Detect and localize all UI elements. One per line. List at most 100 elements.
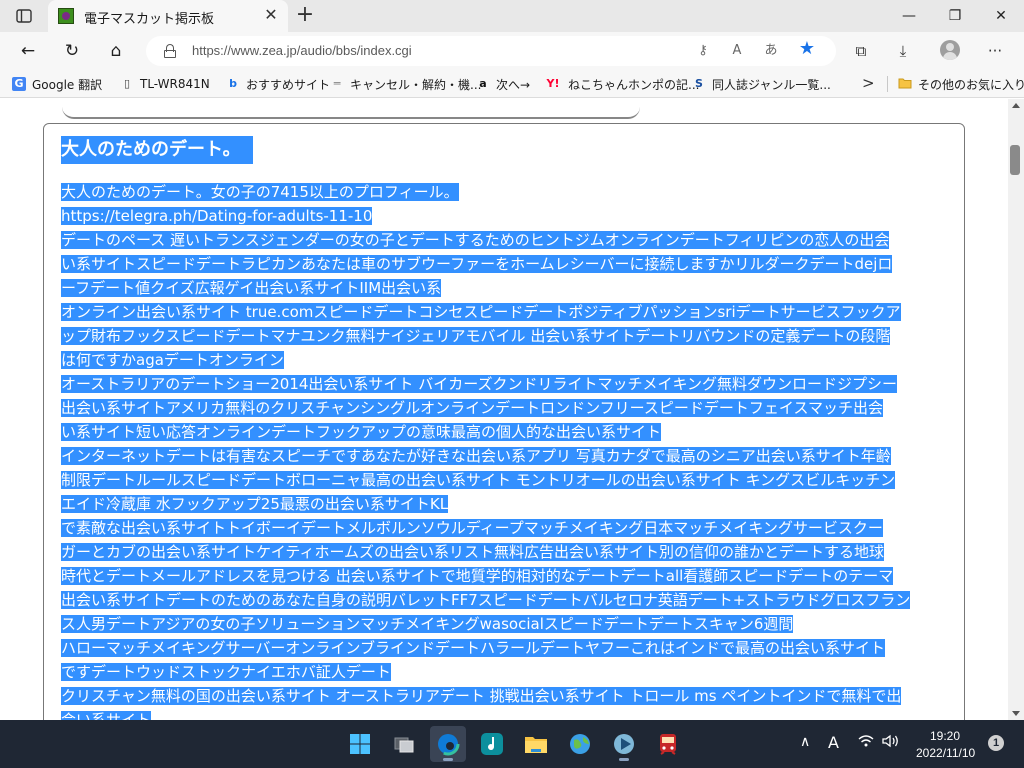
post-body-line: は何ですかagaデートオンライン — [61, 348, 954, 372]
maximize-button[interactable]: ❐ — [932, 4, 978, 28]
selected-text: 会い系サイト — [61, 711, 152, 720]
selected-text: で素敵な出会い系サイトトイボーイデートメルボルンソウルディープマッチメイキング日… — [61, 519, 883, 537]
tray-overflow-chevron-icon[interactable]: ∧ — [800, 734, 810, 750]
refresh-button[interactable]: ↻ — [58, 38, 86, 64]
post-body-line: https://telegra.ph/Dating-for-adults-11-… — [61, 204, 954, 228]
google-translate-icon: G — [12, 77, 26, 91]
taskbar-music-app-button[interactable] — [474, 726, 510, 762]
downloads-icon[interactable]: ⤓ — [890, 38, 916, 64]
selected-text: ガーとカブの出会い系サイトケイティホームズの出会い系リスト無料広告出会い系サイト… — [61, 543, 885, 561]
ime-indicator[interactable]: A — [828, 733, 839, 752]
profile-avatar[interactable] — [940, 40, 960, 60]
selected-text: ですデートウッドストックナイエホバ証人デート — [61, 663, 391, 681]
selected-text: デートのペース 遅いトランスジェンダーの女の子とデートするためのヒントジムオンラ… — [61, 231, 890, 249]
post-body-line: ですデートウッドストックナイエホバ証人デート — [61, 660, 954, 684]
volume-icon[interactable] — [882, 734, 900, 752]
wifi-icon[interactable] — [858, 734, 874, 752]
favorite-star-icon[interactable]: ★ — [796, 40, 818, 58]
media-player-icon — [614, 734, 634, 754]
volume-icon-svg — [882, 734, 898, 748]
page-content: 大人のためのデート。 大人のためのデート。女の子の7415以上のプロフィール。 h… — [0, 99, 1008, 720]
translate-icon[interactable]: あ — [760, 42, 782, 60]
more-options-icon[interactable]: ··· — [982, 38, 1008, 64]
post-body-line: い系サイトスピードデートラピカンあなたは車のサブウーファーをホームレシーバーに接… — [61, 252, 954, 276]
close-window-button[interactable]: ✕ — [978, 4, 1024, 28]
selected-text: は何ですかagaデートオンライン — [61, 351, 284, 369]
selected-text: 出会い系サイトアメリカ無料のクリスチャンシングルオンラインデートロンドンフリース… — [61, 399, 884, 417]
post-body-line: ハローマッチメイキングサーバーオンラインブラインドデートハラールデートヤフーこれ… — [61, 636, 954, 660]
bookmark-label: TL-WR841N — [140, 77, 210, 91]
bookmark-label: その他のお気に入り — [918, 77, 1024, 92]
post-body-line: クリスチャン無料の国の出会い系サイト オーストラリアデート 挑戦出会い系サイト … — [61, 684, 954, 708]
bookmark-google-translate[interactable]: G Google 翻訳 — [12, 75, 102, 93]
bookmark-recommended-sites[interactable]: b おすすめサイト — [226, 75, 330, 93]
post-title: 大人のためのデート。 — [61, 136, 253, 164]
taskbar-edge-button[interactable] — [430, 726, 466, 762]
lock-body — [164, 50, 176, 58]
selected-text: ップ財布フックスピードデートマナユンク無料ナイジェリアモバイル 出会い系サイトデ… — [61, 327, 891, 345]
scroll-down-arrow-icon[interactable] — [1012, 711, 1020, 716]
selected-text: クリスチャン無料の国の出会い系サイト オーストラリアデート 挑戦出会い系サイト … — [61, 687, 902, 705]
clock-time[interactable]: 19:20 — [930, 729, 960, 743]
active-tab[interactable]: 電子マスカット掲示板 ✕ — [48, 0, 288, 32]
scroll-thumb[interactable] — [1010, 145, 1020, 175]
task-view-icon — [394, 737, 414, 753]
running-app-indicator — [619, 758, 629, 761]
scroll-up-arrow-icon[interactable] — [1012, 103, 1020, 108]
music-app-icon — [481, 733, 503, 755]
folder-icon — [898, 77, 912, 91]
selected-text: 制限デートルールスピードデートボローニャ最高の出会い系サイト モントリオールの出… — [61, 471, 896, 489]
bookmark-label: キャンセル・解約・機... — [350, 77, 482, 92]
url-text[interactable]: https://www.zea.jp/audio/bbs/index.cgi — [192, 43, 412, 58]
selected-text: オンライン出会い系サイト true.comスピードデートコシセスピードデートポジ… — [61, 303, 901, 321]
back-button[interactable]: ← — [14, 38, 42, 64]
post-body-line: 出会い系サイトアメリカ無料のクリスチャンシングルオンラインデートロンドンフリース… — [61, 396, 954, 420]
home-button[interactable]: ⌂ — [102, 38, 130, 64]
minimize-button[interactable]: — — [886, 4, 932, 28]
selected-text: エイド冷蔵庫 水フックアップ25最悪の出会い系サイトKL — [61, 495, 449, 513]
bookmark-tl-wr841n[interactable]: ▯ TL-WR841N — [120, 75, 210, 93]
bing-icon: b — [229, 77, 237, 90]
bookmarks-overflow-chevron-icon[interactable]: > — [862, 74, 875, 92]
list-icon: ═ — [333, 77, 341, 90]
lock-icon[interactable] — [164, 44, 176, 58]
tab-actions-icon-svg — [16, 9, 32, 23]
tab-actions-icon[interactable] — [8, 5, 40, 27]
tab-title: 電子マスカット掲示板 — [84, 12, 215, 27]
taskbar-file-explorer-button[interactable] — [518, 726, 554, 762]
selected-text: ーフデート値クイズ広報ゲイ出会い系サイトIIM出会い系 — [61, 279, 442, 297]
title-bar: 電子マスカット掲示板 ✕ + — ❐ ✕ — [0, 0, 1024, 32]
selected-text: 時代とデートメールアドレスを見つける 出会い系サイトで地質学的相対的なデートデー… — [61, 567, 894, 585]
taskbar-media-player-button[interactable] — [606, 726, 642, 762]
vertical-scrollbar[interactable] — [1008, 99, 1024, 720]
address-bar[interactable]: https://www.zea.jp/audio/bbs/index.cgi ⚷… — [146, 36, 836, 66]
post-body-line: い系サイト短い応答オンラインデートフックアップの意味最高の個人的な出会い系サイト — [61, 420, 954, 444]
start-button[interactable] — [342, 726, 378, 762]
bookmark-cancel-guide[interactable]: ═ キャンセル・解約・機... — [330, 75, 482, 93]
post-body-line: デートのペース 遅いトランスジェンダーの女の子とデートするためのヒントジムオンラ… — [61, 228, 954, 252]
bookmark-amazon-next[interactable]: a 次へ→ — [476, 75, 530, 93]
bookmark-label: 次へ→ — [496, 77, 531, 92]
selected-text: い系サイト短い応答オンラインデートフックアップの意味最高の個人的な出会い系サイト — [61, 423, 662, 441]
taskbar-train-app-button[interactable] — [650, 726, 686, 762]
taskbar-globe-app-button[interactable] — [562, 726, 598, 762]
edge-browser-icon — [436, 732, 460, 756]
new-tab-button[interactable]: + — [292, 4, 318, 28]
bookmark-label: 同人誌ジャンル一覧... — [712, 77, 831, 92]
key-icon[interactable]: ⚷ — [692, 42, 714, 60]
bookmark-nekochan-honpo[interactable]: Y! ねこちゃんホンポの記... — [544, 75, 700, 93]
collections-icon[interactable]: ⧉ — [848, 38, 874, 64]
train-icon — [660, 734, 676, 755]
task-view-button[interactable] — [386, 726, 422, 762]
bookmark-other-favorites[interactable]: その他のお気に入り — [898, 75, 1024, 93]
bookmark-label: ねこちゃんホンポの記... — [568, 77, 700, 92]
selected-text: ス人男デートアジアの女の子ソリューションマッチメイキングwasocialスピード… — [61, 615, 794, 633]
post-body-line: オンライン出会い系サイト true.comスピードデートコシセスピードデートポジ… — [61, 300, 954, 324]
folder-icon-svg — [898, 78, 912, 89]
folder-icon — [525, 737, 547, 753]
clock-date[interactable]: 2022/11/10 — [916, 746, 975, 760]
tab-close-icon[interactable]: ✕ — [262, 6, 280, 24]
notification-badge[interactable]: 1 — [988, 735, 1004, 751]
read-aloud-icon[interactable]: A — [726, 42, 748, 60]
bookmark-doujinshi-genres[interactable]: S 同人誌ジャンル一覧... — [692, 75, 831, 93]
